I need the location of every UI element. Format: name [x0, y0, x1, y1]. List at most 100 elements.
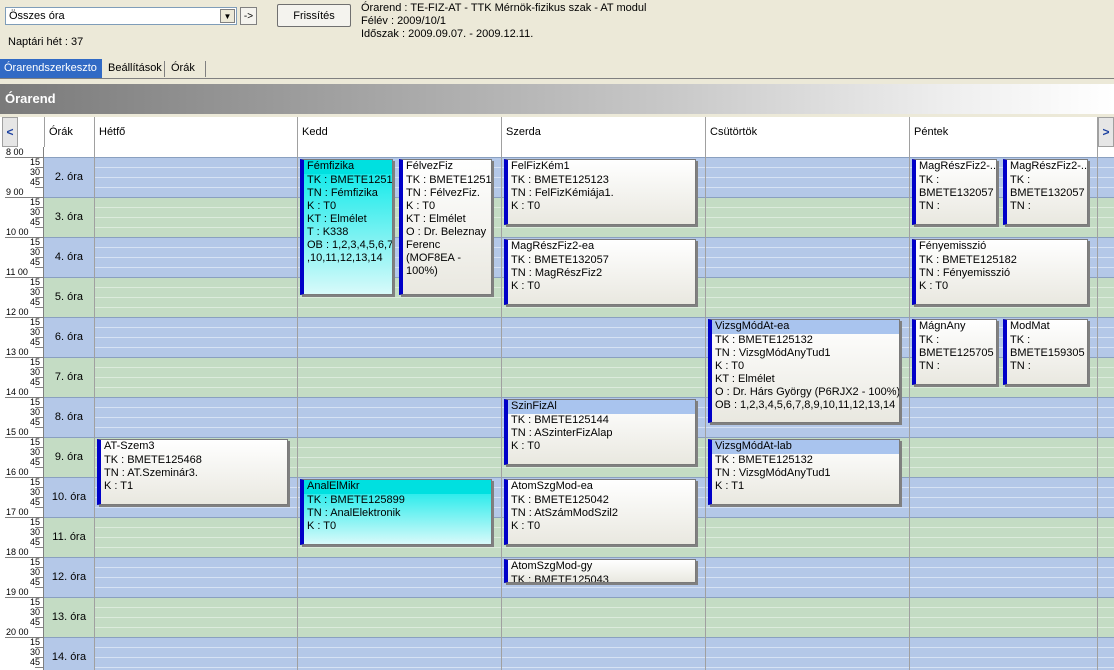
timetable-header: < Órák Hétfő Kedd Szerda Csütörtök Pénte… [0, 117, 1114, 147]
minute-label: 30 [29, 527, 40, 537]
event-card[interactable]: AtomSzgMod-gy TK : BMETE125043 [504, 559, 696, 583]
hour-band[interactable] [44, 637, 1114, 670]
chevron-right-icon[interactable]: > [1098, 117, 1114, 147]
refresh-button[interactable]: Frissítés [277, 4, 351, 27]
event-title: MagRészFiz2-... [1010, 160, 1088, 172]
event-detail: ,10,11,12,13,14 [307, 252, 383, 264]
day-separator [909, 147, 910, 670]
event-detail: BMETE132057 [1010, 187, 1085, 199]
hour-slot-label: 12. óra [44, 557, 95, 597]
filter-combobox[interactable]: Összes óra ▼ [5, 7, 237, 25]
event-detail: TN : [1010, 200, 1031, 212]
minute-label: 45 [29, 657, 40, 667]
minute-label: 15 [29, 277, 40, 287]
event-detail: OB : 1,2,3,4,5,6,7,8,9,10,11,12,13,14 [715, 399, 896, 411]
hour-slot-label: 5. óra [44, 277, 95, 317]
tab-beallitasok[interactable]: Beállítások [104, 59, 166, 78]
tab-orarendszerkeszto[interactable]: Órarendszerkeszto [0, 59, 102, 78]
event-title: MágnAny [919, 320, 966, 332]
event-detail: TK : BMETE125042 [511, 494, 609, 506]
day-separator [705, 147, 706, 670]
chevron-left-icon[interactable]: < [2, 117, 18, 147]
minute-label: 45 [29, 257, 40, 267]
event-card[interactable]: SzinFizAl TK : BMETE125144 TN : ASzinterFi… [504, 399, 696, 465]
event-detail: K : T0 [511, 280, 541, 292]
event-detail: KT : Elmélet [406, 213, 466, 225]
minute-label: 30 [29, 647, 40, 657]
event-detail: O : Dr. Hárs György (P6RJX2 - 100%) [715, 386, 900, 398]
event-detail: BMETE159305 [1010, 347, 1085, 359]
event-card[interactable]: MagRészFiz2-... TK : BMETE132057 TN : [912, 159, 997, 225]
event-detail: TN : VizsgMódAnyTud1 [715, 347, 831, 359]
event-card[interactable]: FelFizKém1 TK : BMETE125123 TN : FelFizKém… [504, 159, 696, 225]
time-label: 12 00 [6, 307, 29, 317]
event-card[interactable]: Fényemisszió TK : BMETE125182 TN : Fényemi… [912, 239, 1088, 305]
quarter-line [95, 387, 1114, 388]
go-button[interactable]: -> [240, 7, 257, 25]
event-detail: TK : BMETE125132 [715, 334, 813, 346]
event-card[interactable]: FélvezFiz TK : BMETE125151TN : FélvezFiz.… [399, 159, 492, 295]
event-detail: O : Dr. Beleznay [406, 226, 487, 238]
event-card[interactable]: FémfizikaTK : BMETE125141TN : FémfizikaK… [300, 159, 393, 295]
event-detail: TN : FélvezFiz. [406, 187, 480, 199]
minute-label: 45 [29, 577, 40, 587]
minute-tick [35, 307, 43, 308]
event-detail: TN : AT.Szeminár3. [104, 467, 198, 479]
event-detail: K : T1 [715, 480, 745, 492]
calendar-week-label: Naptári hét : 37 [8, 36, 84, 48]
event-title: FélvezFiz [406, 160, 454, 172]
minute-tick [35, 267, 43, 268]
event-detail: (MOF8EA - [406, 252, 462, 264]
event-detail: TK : BMETE125468 [104, 454, 202, 466]
minute-label: 15 [29, 517, 40, 527]
event-card[interactable]: VizsgMódAt-lab TK : BMETE125132 TN : Vizsg… [708, 439, 900, 505]
minute-label: 30 [29, 367, 40, 377]
minute-label: 45 [29, 457, 40, 467]
event-detail: TK : BMETE125182 [919, 254, 1017, 266]
minute-label: 15 [29, 597, 40, 607]
tab-orak[interactable]: Órák [167, 59, 207, 78]
minute-tick [35, 227, 43, 228]
time-label: 20 00 [6, 627, 29, 637]
time-label: 19 00 [6, 587, 29, 597]
minute-label: 15 [29, 437, 40, 447]
hour-slot-label: 7. óra [44, 357, 95, 397]
hour-slot-label: 9. óra [44, 437, 95, 477]
minute-label: 30 [29, 207, 40, 217]
hour-slot-label: 11. óra [44, 517, 95, 557]
event-detail: TN : ASzinterFizAlap [511, 427, 613, 439]
event-detail: KT : Elmélet [307, 213, 367, 225]
event-card[interactable]: AnalElMikr TK : BMETE125899 TN : AnalElekt… [300, 479, 492, 545]
event-detail: TK : [1010, 334, 1031, 346]
time-label: 17 00 [6, 507, 29, 517]
hour-slot-label: 4. óra [44, 237, 95, 277]
event-detail: TN : AnalElektronik [307, 507, 401, 519]
timetable-grid: 8 00 15 30 45 9 00 15 30 45 10 00 15 30 45 11 00 15 30… [0, 147, 1114, 670]
minute-label: 45 [29, 537, 40, 547]
event-card[interactable]: VizsgMódAt-ea TK : BMETE125132 TN : VizsgM… [708, 319, 900, 423]
quarter-line [95, 647, 1114, 648]
chevron-down-icon[interactable]: ▼ [220, 9, 235, 23]
event-detail: KT : Elmélet [715, 373, 775, 385]
event-card[interactable]: MagRészFiz2-ea TK : BMETE132057 TN : MagRé… [504, 239, 696, 305]
event-title: MagRészFiz2-... [919, 160, 997, 172]
time-label: 8 00 [6, 147, 24, 157]
minute-tick [35, 347, 43, 348]
event-detail: K : T0 [511, 520, 541, 532]
minute-label: 45 [29, 377, 40, 387]
event-card[interactable]: MagRészFiz2-... TK : BMETE132057 TN : [1003, 159, 1088, 225]
event-detail: TN : VizsgMódAnyTud1 [715, 467, 831, 479]
event-card[interactable]: ModMat TK : BMETE159305 TN : [1003, 319, 1088, 385]
minute-label: 45 [29, 297, 40, 307]
event-card[interactable]: AtomSzgMod-ea TK : BMETE125042 TN : AtSzám… [504, 479, 696, 545]
event-detail: BMETE132057 [919, 187, 994, 199]
minute-label: 15 [29, 477, 40, 487]
day-separator [297, 147, 298, 670]
event-detail: TK : BMETE125899 [307, 494, 405, 506]
event-detail: TN : [919, 360, 940, 372]
event-detail: TK : [919, 334, 940, 346]
quarter-line [95, 657, 1114, 658]
event-card[interactable]: AT-Szem3 TK : BMETE125468 TN : AT.Szeminár… [97, 439, 288, 505]
minute-label: 15 [29, 557, 40, 567]
event-card[interactable]: MágnAny TK : BMETE125705 TN : [912, 319, 997, 385]
